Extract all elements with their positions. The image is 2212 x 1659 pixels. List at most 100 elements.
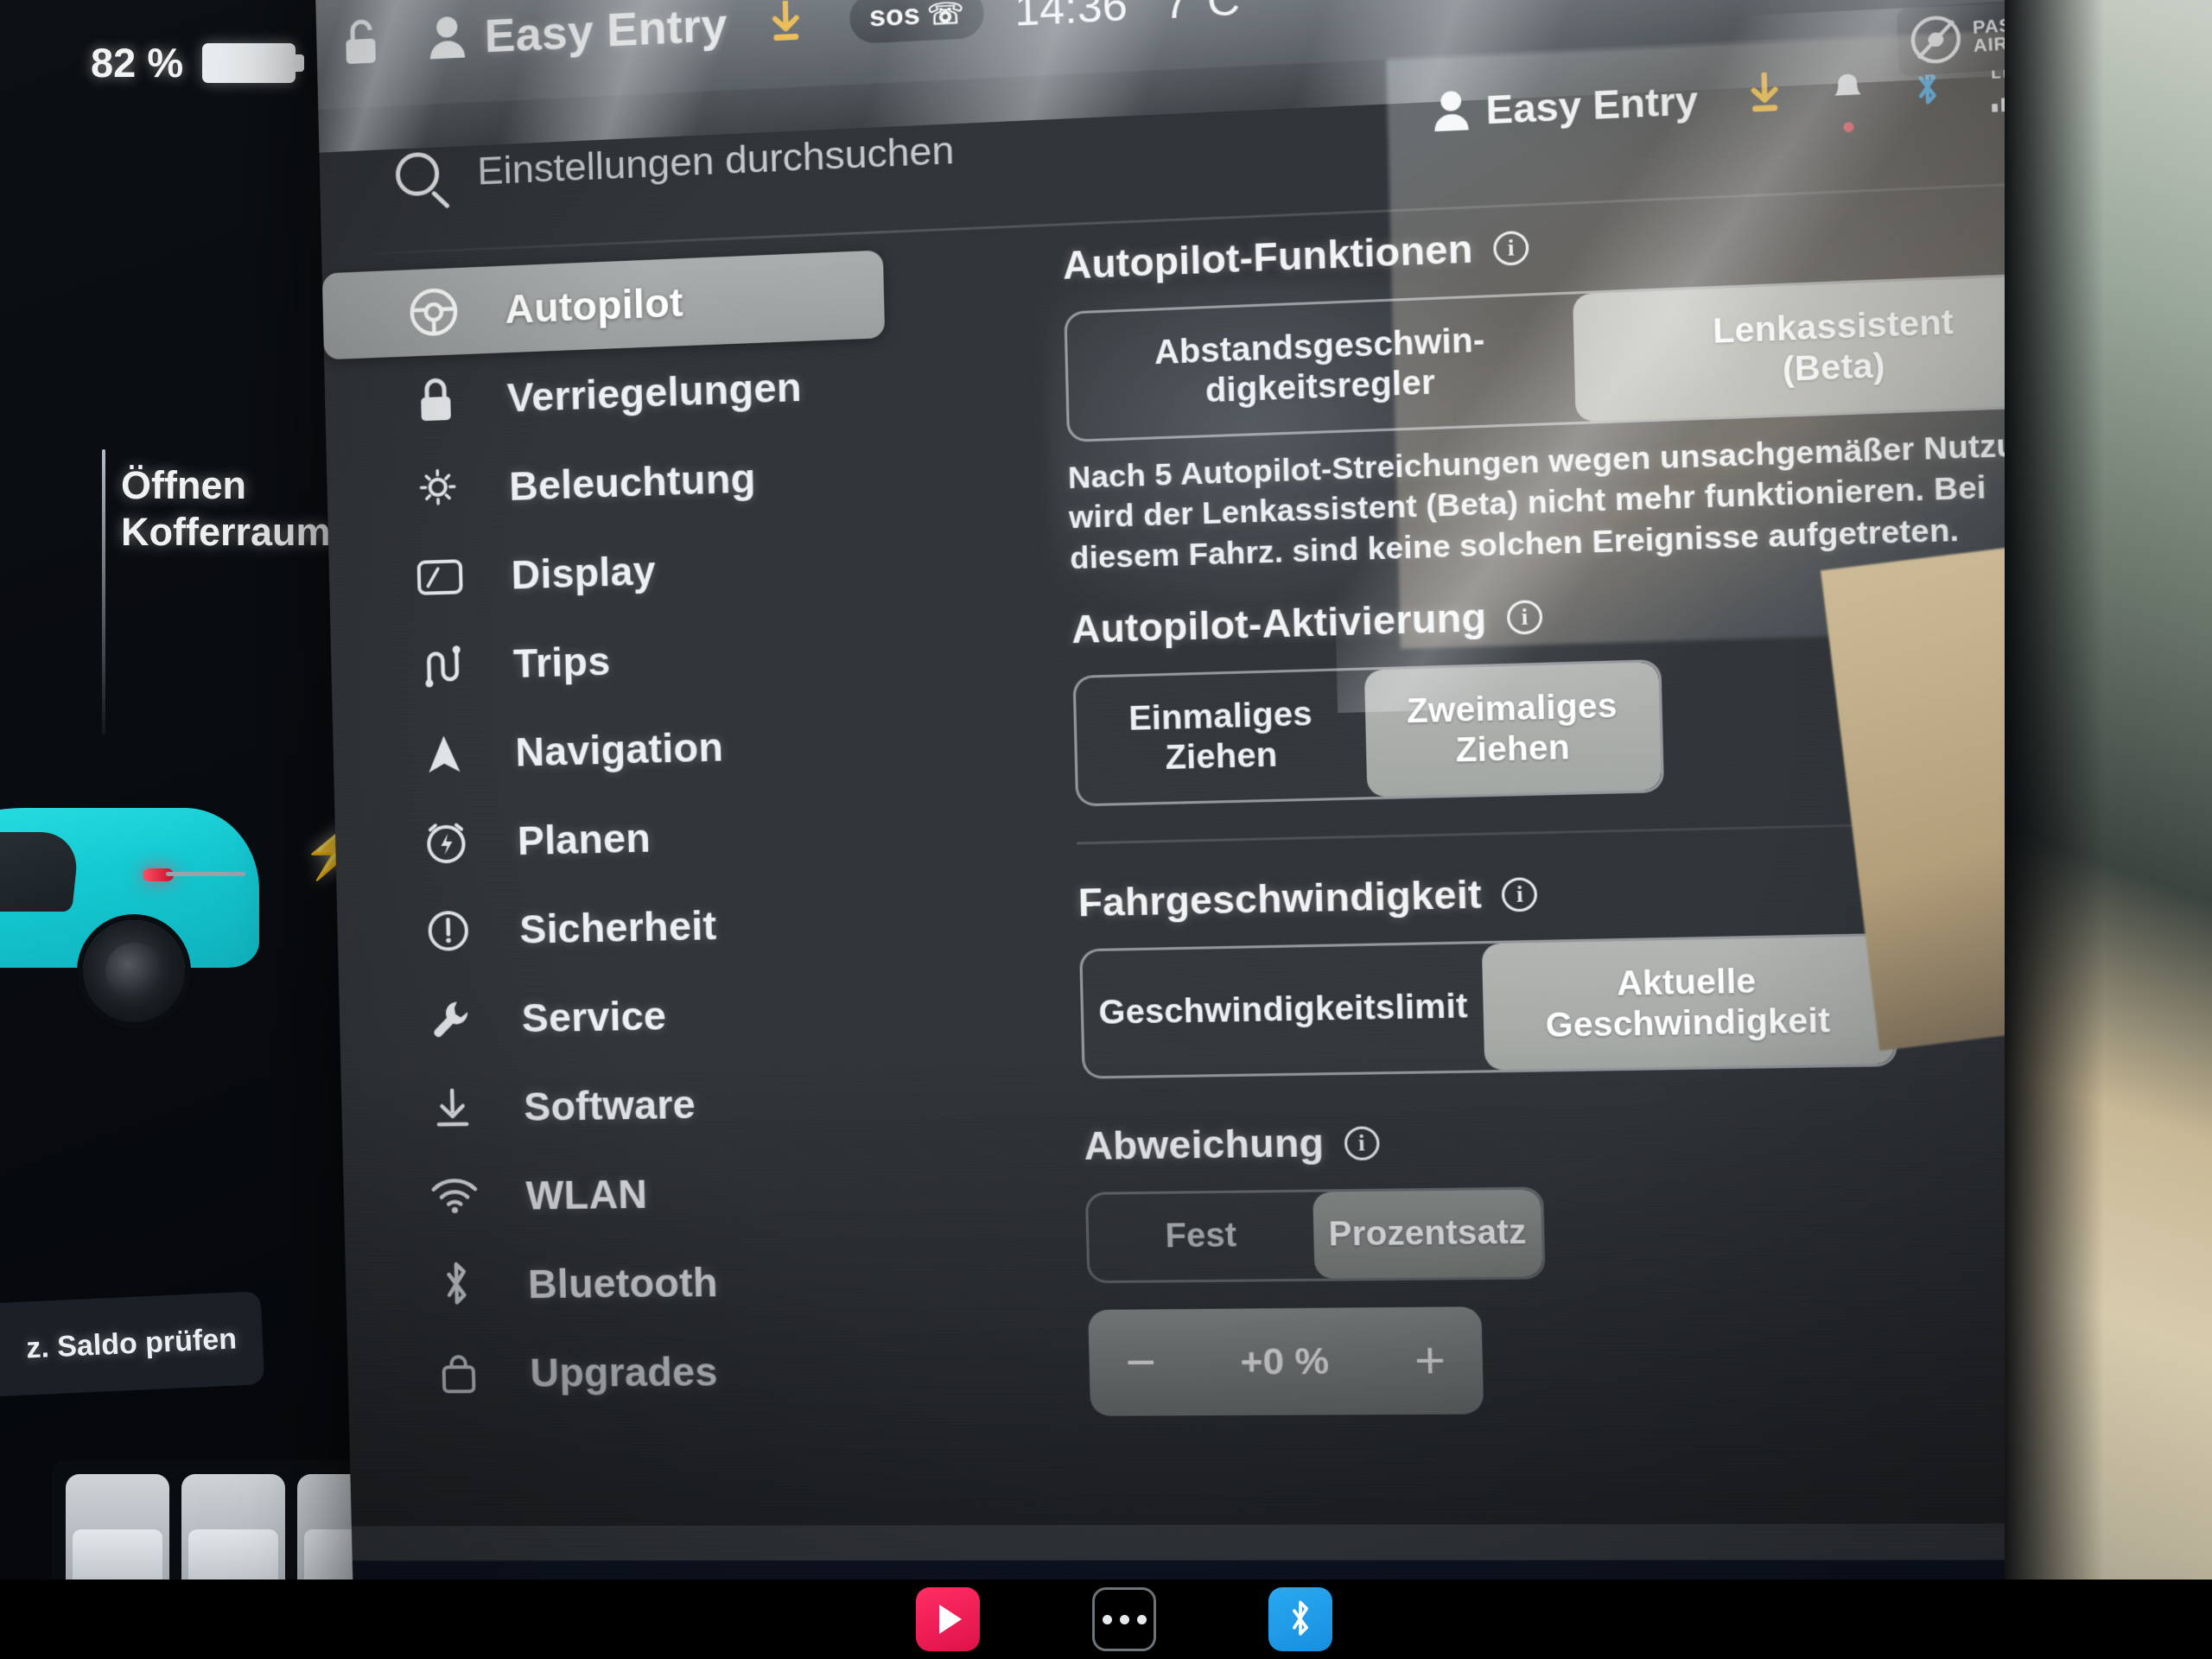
navigation-arrow-icon — [417, 732, 470, 777]
sidebar-label: Display — [511, 547, 657, 598]
sidebar-item-bluetooth[interactable]: Bluetooth — [345, 1236, 908, 1329]
sidebar-item-upgrades[interactable]: Upgrades — [346, 1326, 911, 1417]
download-icon — [426, 1085, 480, 1131]
open-trunk-line1: Öffnen — [121, 463, 246, 507]
winding-road-icon — [416, 642, 468, 689]
phone-handset-icon: ☏ — [926, 0, 965, 31]
sidebar-item-sicherheit[interactable]: Sicherheit — [337, 878, 900, 976]
battery-status: 82 % — [91, 39, 305, 86]
section-title: Abweichung — [1084, 1122, 1325, 1169]
car-interior-ambient — [2005, 0, 2212, 1659]
sidebar-label: Bluetooth — [527, 1259, 719, 1307]
sidebar-label: Navigation — [514, 723, 724, 775]
open-trunk-action[interactable]: Öffnen Kofferraum — [121, 462, 331, 556]
padlock-icon — [410, 375, 463, 425]
sidebar-item-beleuchtung[interactable]: Beleuchtung — [327, 429, 890, 536]
car-wheel — [83, 920, 185, 1022]
sidebar-label: Upgrades — [529, 1349, 719, 1395]
option-current-speed[interactable]: Aktuelle Geschwindigkeit — [1481, 935, 1895, 1071]
clock-label: 14:36 — [1014, 0, 1128, 35]
option-line1: Aktuelle — [1616, 963, 1757, 1003]
section-autopilot-features: Autopilot-Funktionen i Abstandsgeschwin-… — [1062, 201, 2104, 578]
unlocked-padlock-icon[interactable] — [342, 17, 381, 67]
plus-icon[interactable]: + — [1414, 1332, 1446, 1390]
info-icon[interactable]: i — [1502, 876, 1538, 912]
settings-profile-name: Easy Entry — [1485, 79, 1699, 133]
steering-wheel-icon — [407, 286, 461, 339]
sidebar-label: WLAN — [524, 1171, 648, 1218]
search-input[interactable] — [476, 117, 1190, 194]
option-double-pull[interactable]: Zweimaliges Ziehen — [1363, 662, 1662, 798]
minus-icon[interactable]: − — [1125, 1333, 1157, 1391]
software-download-icon[interactable] — [1746, 72, 1783, 124]
option-line2: digkeitsregler — [1205, 364, 1436, 410]
sos-button[interactable]: sos ☏ — [849, 0, 985, 44]
option-line1: Fest — [1165, 1217, 1237, 1256]
sidebar-item-display[interactable]: Display — [328, 519, 892, 624]
sos-label: sos — [868, 0, 921, 33]
open-trunk-line2: Kofferraum — [121, 510, 331, 554]
software-download-icon[interactable] — [767, 0, 804, 44]
option-line1: Abstandsgeschwin- — [1154, 321, 1485, 372]
option-line1: Prozentsatz — [1328, 1214, 1528, 1255]
more-apps-icon[interactable] — [1092, 1587, 1156, 1651]
bell-icon[interactable] — [1831, 71, 1865, 118]
option-fixed[interactable]: Fest — [1088, 1192, 1314, 1281]
person-icon — [429, 14, 466, 63]
drive-speed-segmented: Geschwindigkeitslimit Aktuelle Geschwind… — [1079, 932, 1897, 1080]
wifi-icon — [428, 1177, 480, 1216]
search-icon — [395, 151, 440, 197]
option-line2: Ziehen — [1165, 736, 1278, 778]
info-icon[interactable]: i — [1344, 1126, 1380, 1161]
sidebar-item-trips[interactable]: Trips — [330, 608, 893, 712]
info-icon[interactable]: i — [1492, 230, 1529, 266]
option-percentage[interactable]: Prozentsatz — [1313, 1190, 1543, 1280]
sidebar-label: Service — [521, 993, 667, 1041]
sidebar-item-service[interactable]: Service — [339, 968, 902, 1065]
person-icon — [1432, 89, 1470, 137]
deviation-segmented: Fest Prozentsatz — [1084, 1186, 1546, 1284]
display-screen-icon — [413, 556, 466, 599]
light-bulb-icon — [411, 465, 464, 513]
deviation-value: +0 % — [1240, 1340, 1330, 1383]
exclamation-circle-icon — [422, 908, 474, 954]
wrench-icon — [423, 996, 477, 1042]
autopilot-activation-segmented: Einmaliges Ziehen Zweimaliges Ziehen — [1072, 659, 1665, 807]
settings-sidebar: Autopilot Verriegelungen Beleuchtung Dis… — [321, 245, 1046, 1419]
sidebar-label: Planen — [517, 815, 652, 864]
sidebar-item-navigation[interactable]: Navigation — [333, 698, 896, 800]
option-distance-cruise-control[interactable]: Abstandsgeschwin- digkeitsregler — [1067, 295, 1576, 440]
trunk-callout-line — [102, 449, 105, 734]
deviation-stepper[interactable]: − +0 % + — [1088, 1306, 1484, 1417]
passenger-airbag-off-symbol-icon — [1910, 14, 1961, 65]
option-line2: Geschwindigkeit — [1545, 1001, 1831, 1045]
section-title: Fahrgeschwindigkeit — [1077, 873, 1483, 925]
bluetooth-icon — [430, 1260, 484, 1309]
sidebar-label: Verriegelungen — [506, 364, 803, 421]
option-line1: Geschwindigkeitslimit — [1098, 988, 1469, 1033]
driver-profile-status[interactable]: Easy Entry — [429, 0, 728, 66]
info-icon[interactable]: i — [1506, 600, 1543, 635]
sidebar-label: Sicherheit — [518, 902, 717, 952]
battery-full-icon — [202, 42, 305, 83]
balance-check-label: z. Saldo prüfen — [25, 1321, 238, 1365]
profile-name-label: Easy Entry — [484, 0, 728, 62]
option-line2: (Beta) — [1782, 346, 1886, 390]
sidebar-label: Autopilot — [504, 279, 684, 333]
scheduled-charge-icon — [420, 819, 473, 866]
media-app-icon[interactable] — [916, 1587, 980, 1651]
sidebar-item-wlan[interactable]: WLAN — [343, 1147, 906, 1241]
bluetooth-app-icon[interactable] — [1268, 1587, 1332, 1651]
sidebar-label: Software — [523, 1081, 696, 1130]
section-title: Autopilot-Funktionen — [1062, 227, 1474, 289]
option-line1: Zweimaliges — [1406, 687, 1618, 731]
sidebar-label: Trips — [512, 638, 611, 687]
settings-profile[interactable]: Easy Entry — [1432, 79, 1699, 137]
sidebar-item-planen[interactable]: Planen — [334, 788, 898, 888]
balance-check-card[interactable]: z. Saldo prüfen — [0, 1291, 265, 1398]
option-single-pull[interactable]: Einmaliges Ziehen — [1076, 671, 1368, 804]
sidebar-item-software[interactable]: Software — [340, 1057, 904, 1153]
section-title: Autopilot-Aktivierung — [1071, 595, 1488, 652]
option-speed-limit[interactable]: Geschwindigkeitslimit — [1082, 944, 1484, 1077]
vehicle-render[interactable] — [0, 782, 294, 1033]
